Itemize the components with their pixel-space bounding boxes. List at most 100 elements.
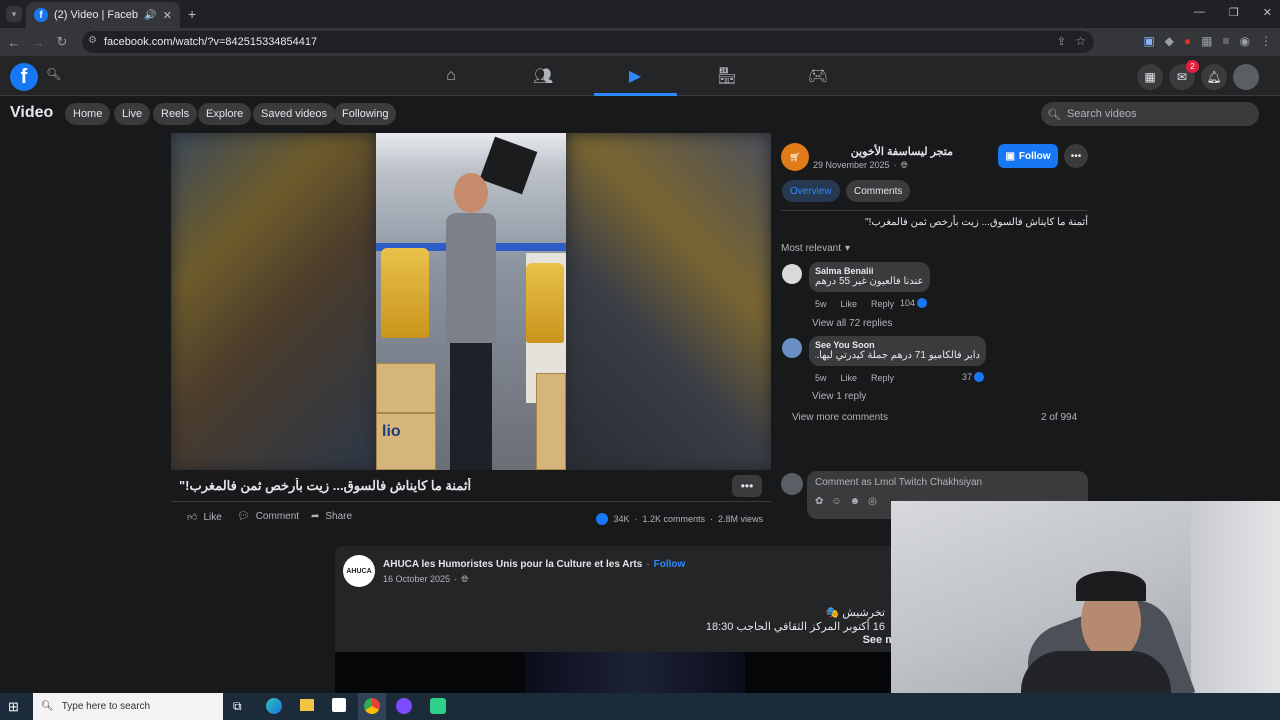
chrome-taskbar-button[interactable]: [358, 693, 386, 720]
comment-like-link[interactable]: Like: [841, 373, 858, 383]
comment-time[interactable]: 5w: [815, 373, 827, 383]
like-reaction-icon: [974, 372, 985, 382]
subnav-explore[interactable]: Explore: [198, 103, 252, 125]
friends-icon[interactable]: 👥︎: [523, 64, 563, 88]
search-videos-input[interactable]: 🔍︎ Search videos: [1041, 102, 1259, 126]
restore-icon[interactable]: ❐: [1229, 6, 1239, 19]
sticker-icon[interactable]: ☻: [850, 496, 861, 507]
avatar-sticker-icon[interactable]: ✿: [815, 496, 823, 507]
video-icon[interactable]: ▶: [615, 64, 655, 88]
comment-reply-link[interactable]: Reply: [871, 299, 894, 309]
address-bar[interactable]: ⚙ facebook.com/watch/?v=842515334854417 …: [82, 31, 1094, 53]
facebook-favicon-icon: f: [34, 8, 48, 22]
forward-icon[interactable]: →: [28, 35, 48, 50]
panel-more-icon[interactable]: •••: [1064, 144, 1088, 168]
menu-grid-icon[interactable]: ▦: [1137, 64, 1163, 90]
bookmark-star-icon[interactable]: ☆: [1075, 34, 1086, 48]
comment-like-number: 37: [962, 372, 973, 382]
feed-author-avatar[interactable]: AHUCA: [343, 555, 375, 587]
tab-comments[interactable]: Comments: [846, 180, 911, 202]
feed-follow-link[interactable]: Follow: [654, 559, 686, 570]
follow-button[interactable]: ▣ Follow: [998, 144, 1058, 168]
like-button[interactable]: 👍︎ Like: [187, 511, 222, 524]
share-button[interactable]: ➦ Share: [311, 511, 352, 522]
video-blur-left: [171, 133, 376, 470]
marketplace-icon[interactable]: 🏪︎: [707, 64, 747, 88]
file-explorer-icon[interactable]: [300, 699, 314, 711]
view-replies-link[interactable]: View 1 reply: [812, 391, 866, 402]
comment-time[interactable]: 5w: [815, 299, 827, 309]
chrome-menu-icon[interactable]: ⋮: [1260, 34, 1272, 48]
like-icon: 👍︎: [187, 512, 198, 523]
search-placeholder: Search videos: [1066, 108, 1137, 120]
store-icon[interactable]: [332, 698, 346, 712]
media-control-icon[interactable]: ≡: [1223, 34, 1230, 48]
feed-date[interactable]: 16 October 2025: [383, 574, 450, 585]
notifications-bell-icon[interactable]: 🔔︎: [1201, 64, 1227, 90]
extension-diamond-icon[interactable]: ◆: [1165, 34, 1174, 48]
subnav-saved-videos[interactable]: Saved videos: [253, 103, 336, 125]
account-avatar[interactable]: [1233, 64, 1259, 90]
camera-icon[interactable]: ◎: [868, 496, 877, 507]
back-icon[interactable]: ←: [4, 35, 24, 50]
task-view-icon[interactable]: ⧉: [233, 699, 242, 714]
gaming-icon[interactable]: 🎮︎: [798, 64, 838, 88]
feed-video-preview[interactable]: [335, 652, 895, 696]
home-icon[interactable]: ⌂: [431, 64, 471, 88]
taskbar-search-placeholder: Type here to search: [61, 701, 151, 712]
comment-icon: 💬︎: [237, 511, 250, 522]
close-window-icon[interactable]: ✕: [1263, 6, 1272, 19]
app-icon[interactable]: [396, 698, 412, 714]
reload-icon[interactable]: ↻: [52, 34, 72, 50]
new-tab-icon[interactable]: +: [188, 6, 196, 22]
comment-button[interactable]: 💬︎ Comment: [237, 511, 299, 522]
install-icon[interactable]: ⇪: [1057, 35, 1066, 48]
view-replies-link[interactable]: View all 72 replies: [812, 318, 892, 329]
feed-line-1: تخرشيش 🎭: [825, 607, 885, 619]
tab-overview[interactable]: Overview: [782, 180, 840, 202]
sort-dropdown[interactable]: Most relevant ▾: [781, 243, 850, 254]
view-more-comments-link[interactable]: View more comments: [792, 412, 888, 423]
my-avatar[interactable]: [781, 473, 803, 495]
extensions-puzzle-icon[interactable]: ▦: [1201, 34, 1212, 48]
profile-icon[interactable]: ◉: [1240, 34, 1250, 48]
subnav-following[interactable]: Following: [334, 103, 397, 125]
more-options-icon[interactable]: •••: [732, 475, 762, 497]
tab-search-button[interactable]: ▾: [6, 6, 22, 22]
speaker-icon[interactable]: 🔊: [144, 10, 156, 21]
page-name[interactable]: متجر ليساسفة الأخوين: [813, 145, 953, 158]
search-icon[interactable]: 🔍︎: [46, 67, 61, 81]
comment-author[interactable]: See You Soon: [815, 340, 980, 350]
reaction-count[interactable]: 34K: [613, 514, 629, 524]
comment-like-count[interactable]: 37: [962, 372, 985, 382]
tab-title: (2) Video | Facebook: [54, 9, 138, 21]
notification-badge: 2: [1186, 60, 1199, 73]
extension-red-icon[interactable]: ●: [1184, 34, 1191, 48]
feed-author[interactable]: AHUCA les Humoristes Unis pour la Cultur…: [383, 559, 642, 570]
subnav-home[interactable]: Home: [65, 103, 111, 125]
comment-like-link[interactable]: Like: [841, 299, 858, 309]
facebook-logo-icon[interactable]: f: [10, 63, 38, 91]
comments-count[interactable]: 1.2K comments: [642, 514, 705, 524]
page-avatar[interactable]: 🛒︎: [781, 143, 809, 171]
commenter-avatar[interactable]: [782, 264, 802, 284]
subnav-live[interactable]: Live: [114, 103, 151, 125]
browser-tab[interactable]: f (2) Video | Facebook 🔊 ✕: [26, 2, 180, 28]
taskbar-search-input[interactable]: 🔍︎ Type here to search: [33, 693, 223, 720]
comment-reply-link[interactable]: Reply: [871, 373, 894, 383]
subnav-reels[interactable]: Reels: [153, 103, 198, 125]
post-date[interactable]: 29 November 2025: [813, 160, 890, 171]
close-tab-icon[interactable]: ✕: [163, 9, 172, 22]
windows-start-icon[interactable]: ⊞: [8, 699, 19, 715]
site-info-icon[interactable]: ⚙: [88, 35, 97, 46]
comment-like-count[interactable]: 104: [900, 298, 928, 308]
comment-author[interactable]: Salma Benalii: [815, 266, 924, 276]
app-icon[interactable]: [430, 698, 446, 714]
like-reaction-icon: [596, 513, 609, 525]
minimize-icon[interactable]: —: [1194, 6, 1205, 19]
video-player[interactable]: lio: [171, 133, 771, 470]
commenter-avatar[interactable]: [782, 338, 802, 358]
emoji-icon[interactable]: ☺: [831, 496, 841, 507]
edge-icon[interactable]: [266, 698, 282, 714]
translate-icon[interactable]: ▣: [1143, 34, 1154, 48]
